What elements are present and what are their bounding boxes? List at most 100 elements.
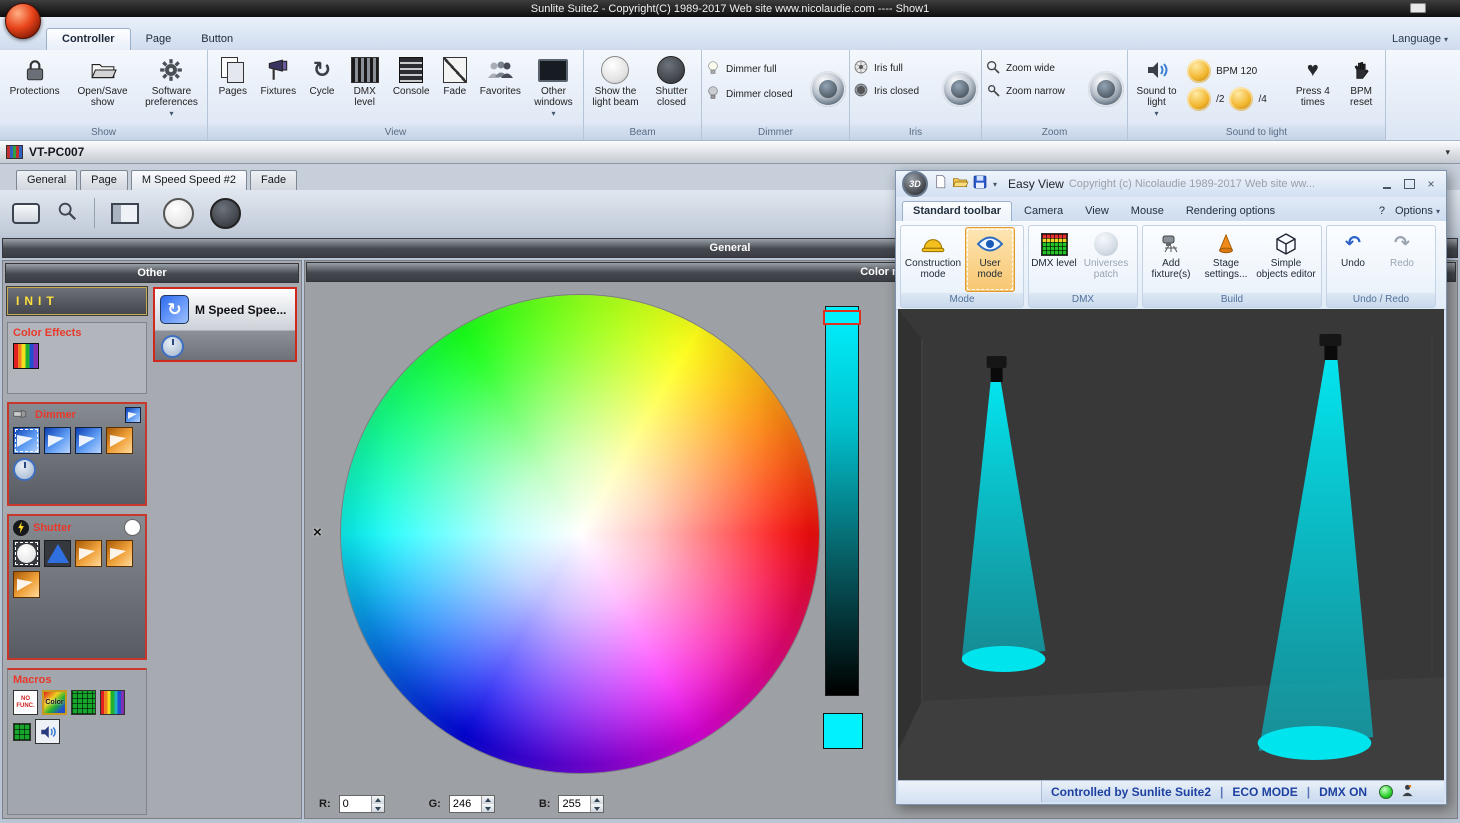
tab-fade[interactable]: Fade xyxy=(250,170,298,190)
zoom-narrow-button[interactable]: Zoom narrow xyxy=(985,82,1087,101)
dmx-level-button[interactable]: DMX level xyxy=(343,53,387,110)
iris-closed-button[interactable]: Iris closed xyxy=(853,82,941,101)
ribbon-tab-page[interactable]: Page xyxy=(131,29,187,50)
green-value[interactable]: 246 xyxy=(450,796,481,812)
maximize-button[interactable] xyxy=(1400,177,1418,192)
search-icon[interactable] xyxy=(56,200,78,227)
red-spin-down-button[interactable] xyxy=(371,804,384,812)
divide-2-knob[interactable] xyxy=(1187,87,1212,111)
easy-view-titlebar[interactable]: 3D ▾ Easy View Copyright (c) Nicolaudie … xyxy=(896,171,1446,197)
minimize-button[interactable] xyxy=(1378,177,1396,192)
tab-m-speed[interactable]: M Speed Speed #2 xyxy=(130,170,248,190)
macro-green-grid-small[interactable] xyxy=(13,722,31,741)
undo-button[interactable]: ↶ Undo xyxy=(1328,227,1378,292)
construction-mode-button[interactable]: Construction mode xyxy=(902,227,964,292)
console-button[interactable]: Console xyxy=(387,53,434,99)
fixtures-button[interactable]: Fixtures xyxy=(256,53,301,99)
stage-3d-viewport[interactable] xyxy=(898,309,1444,783)
ribbon-tab-controller[interactable]: Controller xyxy=(46,28,131,50)
blue-spin-down-button[interactable] xyxy=(591,804,604,812)
panel-layout-icon[interactable] xyxy=(111,202,139,224)
universes-patch-button[interactable]: Universes patch xyxy=(1079,227,1133,292)
show-light-beam-button[interactable]: Show the light beam xyxy=(587,53,644,110)
collapse-arrow-icon[interactable]: ▾ xyxy=(1445,147,1450,158)
shutter-preset-4[interactable] xyxy=(106,540,133,567)
macro-green-grid[interactable] xyxy=(71,690,96,715)
ev-dmx-level-button[interactable]: DMX level xyxy=(1030,227,1078,292)
new-document-icon[interactable] xyxy=(933,173,948,195)
gray-circle-button[interactable] xyxy=(210,197,241,229)
green-input[interactable]: 246 xyxy=(448,795,495,813)
macro-color[interactable]: Color xyxy=(42,690,67,715)
sound-to-light-button[interactable]: Sound to light ▾ xyxy=(1131,53,1182,121)
user-mode-button[interactable]: User mode xyxy=(965,227,1015,292)
add-fixtures-button[interactable]: Add fixture(s) xyxy=(1144,227,1198,292)
white-circle-button[interactable] xyxy=(163,197,194,229)
fade-button[interactable]: Fade xyxy=(436,53,474,99)
dimmer-knob[interactable] xyxy=(810,71,846,107)
bpm-reset-button[interactable]: BPM reset xyxy=(1340,53,1382,110)
ev-tab-rendering-options[interactable]: Rendering options xyxy=(1176,202,1285,221)
dimmer-closed-button[interactable]: Dimmer closed xyxy=(705,84,809,105)
press-4-times-button[interactable]: ♥ Press 4 times xyxy=(1286,53,1339,110)
tab-general[interactable]: General xyxy=(16,170,78,190)
protections-button[interactable]: Protections xyxy=(3,53,66,99)
shutter-preset-open[interactable] xyxy=(13,540,40,567)
ribbon-tab-button[interactable]: Button xyxy=(186,29,248,50)
person-icon[interactable] xyxy=(1400,783,1415,801)
keyboard-icon[interactable] xyxy=(1410,3,1426,13)
shutter-closed-button[interactable]: Shutter closed xyxy=(645,53,698,110)
dimmer-preset-1[interactable] xyxy=(13,427,40,454)
red-input[interactable]: 0 xyxy=(338,795,385,813)
button-preview-icon[interactable] xyxy=(12,202,40,224)
help-button[interactable]: ? xyxy=(1379,205,1385,217)
cycle-button[interactable]: ↻ Cycle xyxy=(302,53,342,99)
color-effects-rainbow-icon[interactable] xyxy=(13,343,39,369)
blue-value[interactable]: 255 xyxy=(559,796,590,812)
ev-tab-standard-toolbar[interactable]: Standard toolbar xyxy=(902,201,1013,221)
ev-tab-camera[interactable]: Camera xyxy=(1014,202,1073,221)
m-speed-button[interactable]: ↻ M Speed Spee... xyxy=(153,287,297,362)
dimmer-preset-2[interactable] xyxy=(44,427,71,454)
speed-knob-icon[interactable] xyxy=(161,335,184,358)
redo-button[interactable]: ↷ Redo xyxy=(1379,227,1425,292)
iris-full-button[interactable]: Iris full xyxy=(853,59,941,78)
divide-4-knob[interactable] xyxy=(1229,87,1254,111)
stage-settings-button[interactable]: Stage settings... xyxy=(1199,227,1253,292)
white-dot-icon[interactable] xyxy=(124,519,141,536)
color-wheel[interactable] xyxy=(341,295,819,773)
zoom-wide-button[interactable]: Zoom wide xyxy=(985,59,1087,78)
blue-input[interactable]: 255 xyxy=(558,795,605,813)
other-windows-button[interactable]: Other windows ▾ xyxy=(527,53,580,121)
dimmer-preset-4[interactable] xyxy=(106,427,133,454)
tab-page[interactable]: Page xyxy=(80,170,128,190)
macro-no-func[interactable]: NO FUNC. xyxy=(13,690,38,715)
toolbar-options-chevron-icon[interactable]: ▾ xyxy=(993,180,997,189)
macro-rainbow[interactable] xyxy=(100,690,125,715)
slider-handle[interactable] xyxy=(823,310,861,325)
red-spin-up-button[interactable] xyxy=(371,796,384,804)
open-save-show-button[interactable]: Open/Save show xyxy=(67,53,138,110)
dimmer-knob-icon[interactable] xyxy=(13,458,36,481)
software-preferences-button[interactable]: Software preferences ▾ xyxy=(139,53,204,121)
shutter-preset-5[interactable] xyxy=(13,571,40,598)
favorites-button[interactable]: Favorites xyxy=(475,53,526,99)
app-logo-orb[interactable] xyxy=(5,3,41,39)
bpm-knob[interactable] xyxy=(1187,59,1212,83)
ev-tab-view[interactable]: View xyxy=(1075,202,1119,221)
zoom-knob[interactable] xyxy=(1088,71,1124,107)
open-folder-icon[interactable] xyxy=(951,174,969,195)
shutter-preset-3[interactable] xyxy=(75,540,102,567)
dimmer-preset-3[interactable] xyxy=(75,427,102,454)
simple-objects-editor-button[interactable]: Simple objects editor xyxy=(1254,227,1318,292)
init-button[interactable]: INIT xyxy=(6,286,148,316)
shutter-preset-strobe[interactable] xyxy=(44,540,71,567)
close-button[interactable]: × xyxy=(1422,177,1440,192)
green-spin-up-button[interactable] xyxy=(481,796,494,804)
green-spin-down-button[interactable] xyxy=(481,804,494,812)
pages-button[interactable]: Pages xyxy=(211,53,255,99)
ev-tab-mouse[interactable]: Mouse xyxy=(1121,202,1174,221)
scanner-mini-icon[interactable] xyxy=(125,407,141,423)
save-icon[interactable] xyxy=(972,174,988,195)
brightness-slider[interactable] xyxy=(823,306,861,696)
